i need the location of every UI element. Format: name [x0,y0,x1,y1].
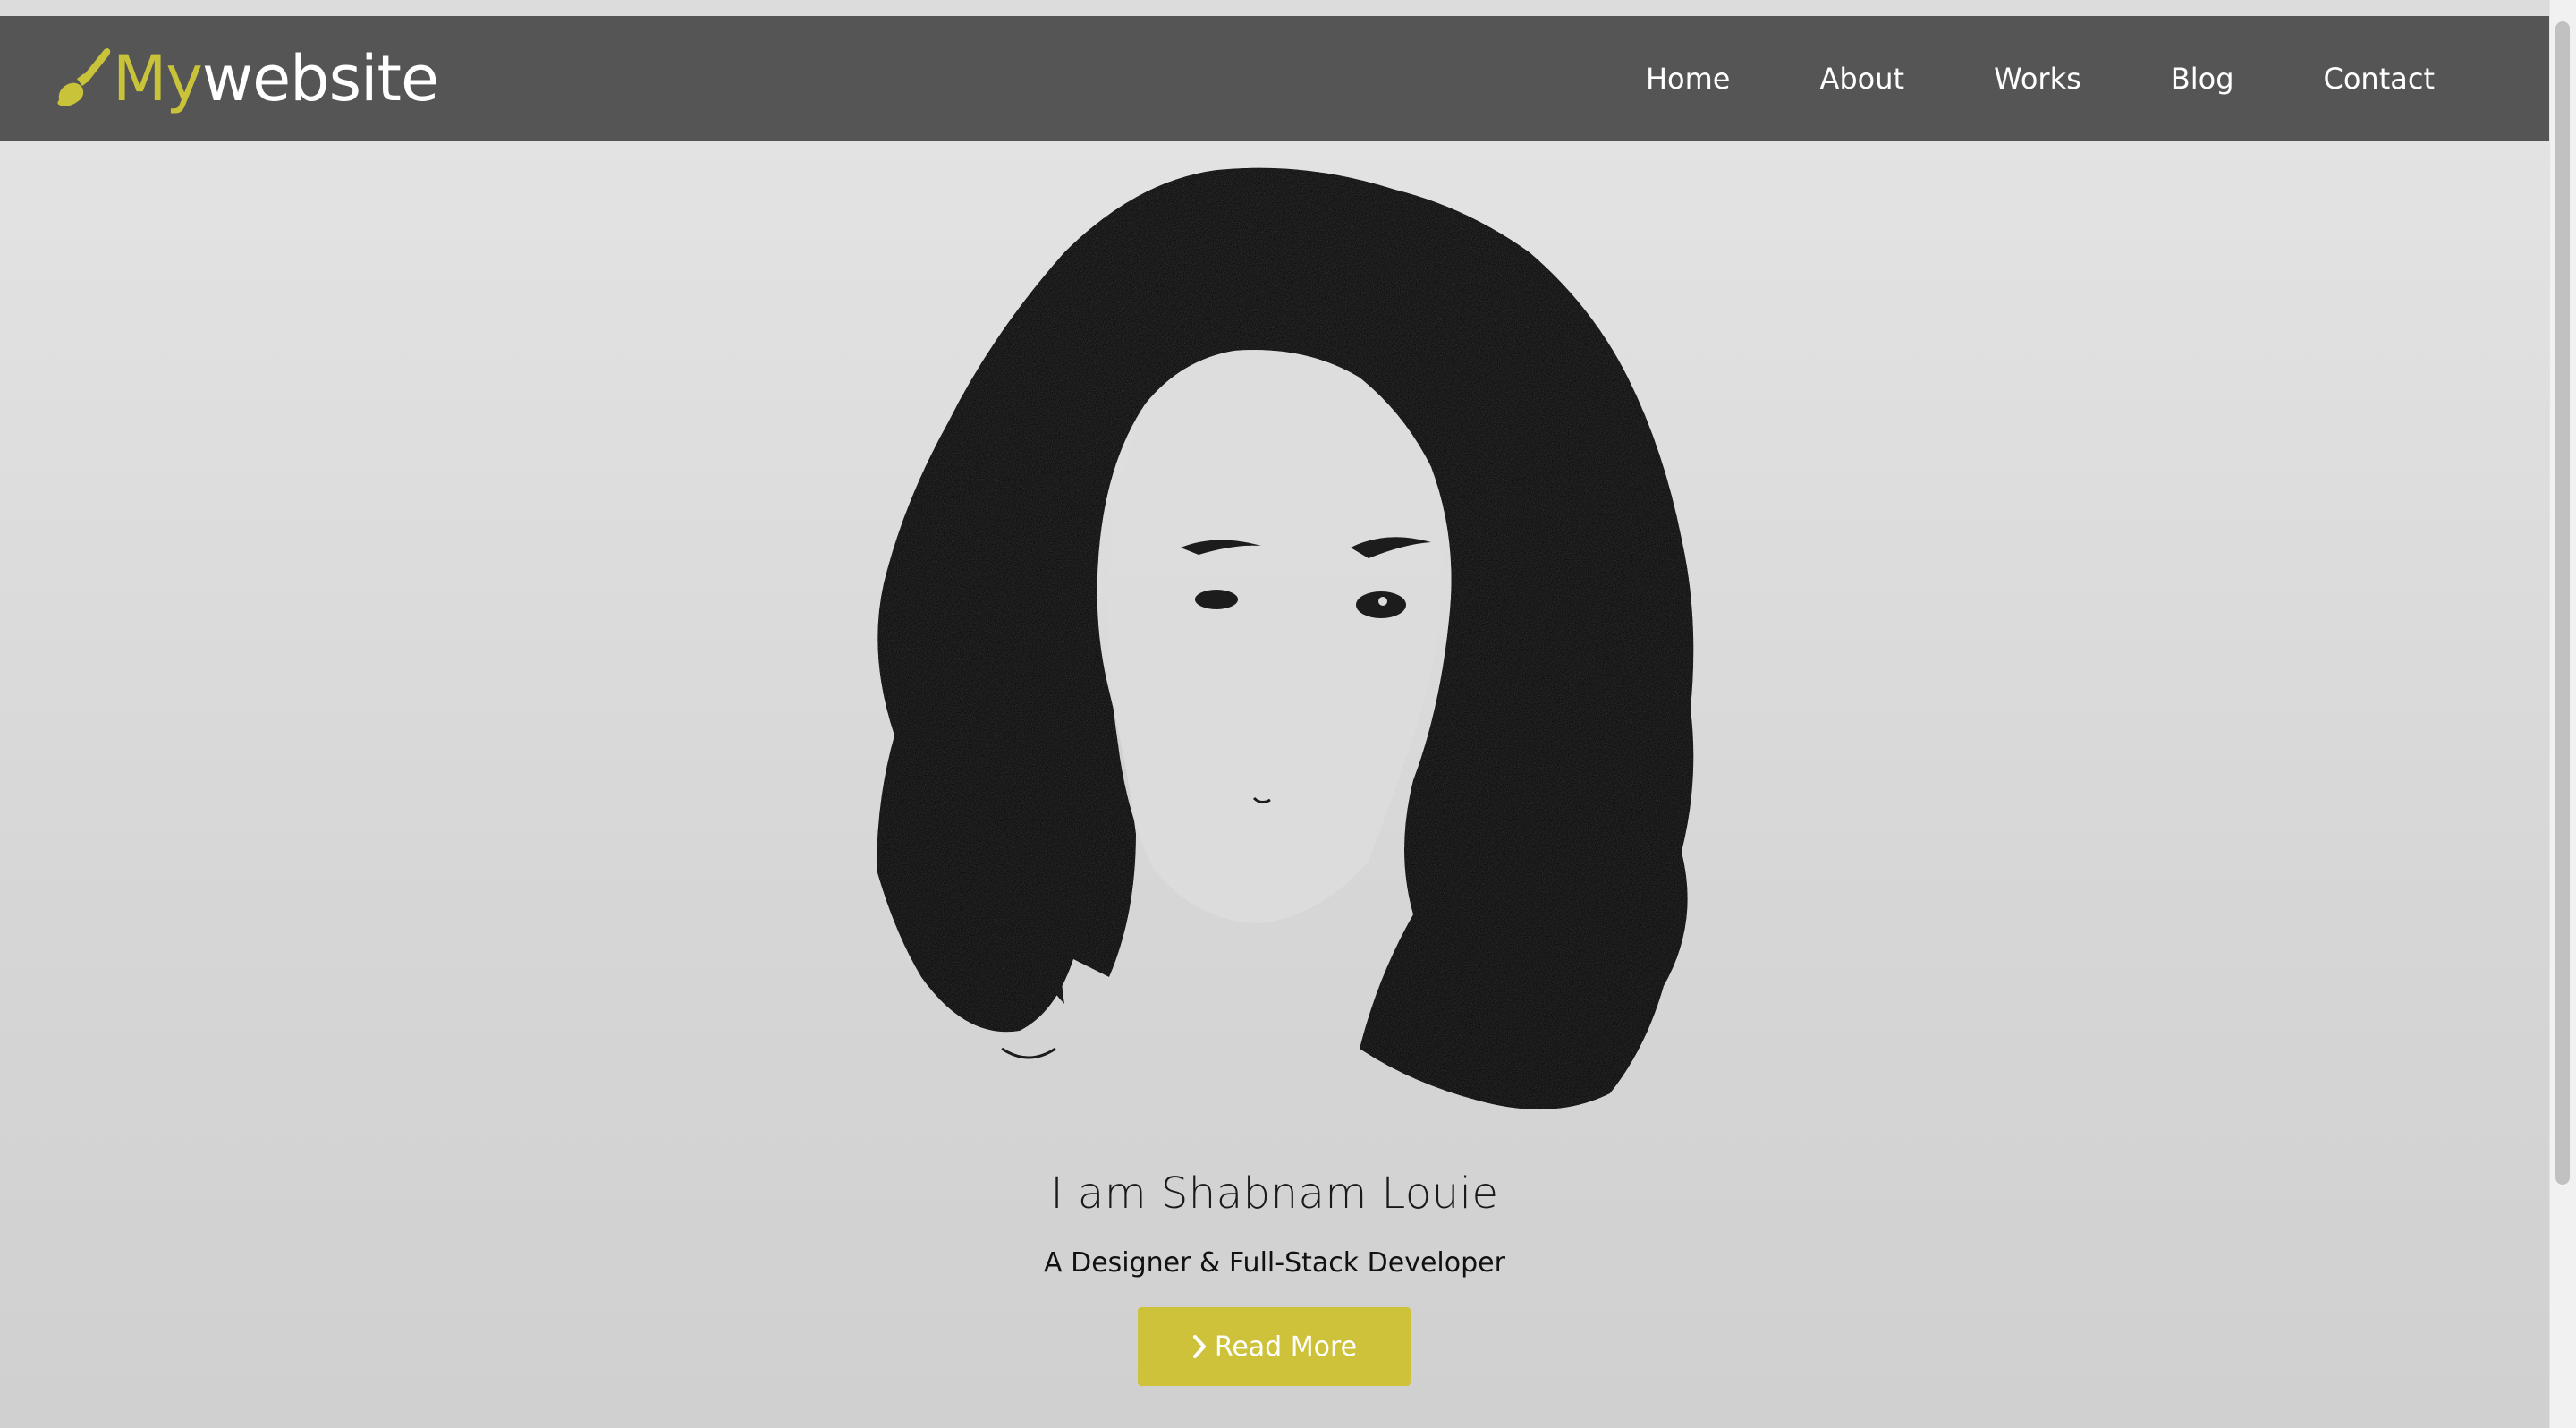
portrait-illustration [877,167,1694,1110]
read-more-button[interactable]: Read More [1138,1307,1411,1386]
logo-text-my: My [113,42,203,115]
main-nav: Home About Works Blog Contact [1601,16,2479,141]
hero-title: I am Shabnam Louie [1050,1169,1499,1219]
site-logo[interactable]: My website [52,41,439,116]
vertical-scrollbar[interactable] [2549,0,2576,1428]
paint-brush-icon [57,48,111,106]
browser-top-strip [0,0,2549,16]
chevron-right-icon [1192,1335,1206,1358]
logo-text-website: website [201,42,439,115]
read-more-label: Read More [1214,1330,1358,1363]
page: Mywebsite Home About Works Blog Contact [0,0,2576,1428]
nav-home[interactable]: Home [1601,16,1775,141]
nav-works[interactable]: Works [1949,16,2126,141]
nav-about[interactable]: About [1775,16,1949,141]
nav-contact[interactable]: Contact [2279,16,2480,141]
hero-subtitle: A Designer & Full-Stack Developer [1044,1247,1505,1279]
hero-section: I am Shabnam Louie A Designer & Full-Sta… [0,141,2549,1428]
navbar: My website Home About Works Blog Contact [0,16,2549,141]
scrollbar-thumb[interactable] [2555,21,2570,1185]
nav-blog[interactable]: Blog [2126,16,2279,141]
